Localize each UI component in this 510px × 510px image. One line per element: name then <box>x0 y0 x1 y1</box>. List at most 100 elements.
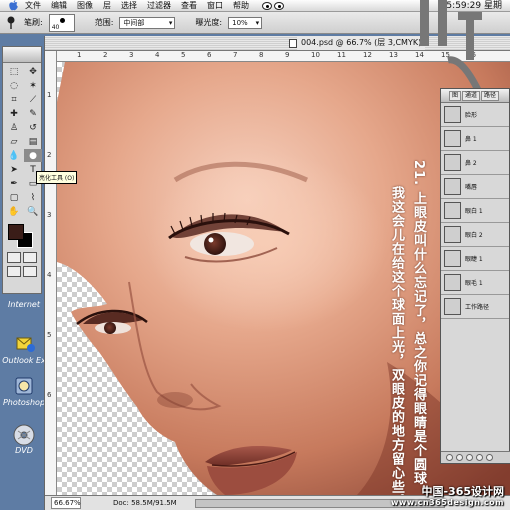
tool-palette: ⬚ ✥ ◌ ✶ ⌗ ⟋ ✚ ✎ ♙ ↺ ▱ ▤ 💧 ● ➤ T ✒ ▭ ▢ ⌇ … <box>2 46 42 294</box>
standard-mode-button[interactable] <box>7 252 21 263</box>
ruler-top-tick: 2 <box>103 51 108 59</box>
screen-mode-standard-button[interactable] <box>7 266 21 277</box>
menu-view[interactable]: 查看 <box>176 0 202 12</box>
exposure-label: 曝光度: <box>195 18 223 27</box>
layer-name: 眼白 1 <box>465 208 483 215</box>
layer-name: 鼻 1 <box>465 136 477 143</box>
eyedropper-tool-icon[interactable]: ⌇ <box>24 191 42 204</box>
zoom-value: 66.67% <box>54 499 81 507</box>
move-tool-icon[interactable]: ✥ <box>24 65 42 78</box>
hand-tool-icon[interactable]: ✋ <box>5 205 23 218</box>
layer-thumbnail <box>444 250 461 267</box>
menu-edit[interactable]: 编辑 <box>46 0 72 12</box>
layer-row[interactable]: 眼白 2 <box>441 223 509 247</box>
tab-paths[interactable]: 路径 <box>481 91 500 101</box>
crop-tool-icon[interactable]: ⌗ <box>5 93 23 106</box>
screen-mode-full-button[interactable] <box>23 266 37 277</box>
document-file-icon <box>289 39 297 48</box>
desktop-icon-internet[interactable]: Internet <box>2 300 46 309</box>
brush-label: 笔刷: <box>24 18 43 27</box>
dvd-icon <box>11 424 37 446</box>
layer-mask-button[interactable] <box>456 454 463 461</box>
delete-layer-button[interactable] <box>486 454 493 461</box>
dodge-tool-active-icon[interactable]: ● <box>24 149 42 162</box>
layer-style-button[interactable] <box>446 454 453 461</box>
ruler-top-tick: 4 <box>155 51 160 59</box>
menu-help[interactable]: 帮助 <box>228 0 254 12</box>
ruler-top-tick: 9 <box>285 51 290 59</box>
desktop-icon-outlook-label: Outlook Ex <box>2 356 46 365</box>
menu-select[interactable]: 选择 <box>116 0 142 12</box>
desktop-icon-dvd-label: DVD <box>15 446 33 455</box>
menu-file[interactable]: 文件 <box>20 0 46 12</box>
layers-palette-header[interactable]: 图 通道 路径 <box>441 89 509 103</box>
menu-image[interactable]: 图像 <box>72 0 98 12</box>
layer-thumbnail <box>444 154 461 171</box>
ruler-top-tick: 11 <box>337 51 346 59</box>
layer-thumbnail <box>444 274 461 291</box>
desktop-icon-outlook[interactable]: Outlook Ex <box>2 334 46 365</box>
layer-row[interactable]: 鼻 2 <box>441 151 509 175</box>
layers-footer <box>441 451 510 463</box>
marquee-tool-icon[interactable]: ⬚ <box>5 65 23 78</box>
ruler-top-tick: 1 <box>77 51 82 59</box>
menu-filter[interactable]: 过滤器 <box>142 0 176 12</box>
layer-thumbnail <box>444 202 461 219</box>
caption-line-2: 我这会儿在给这个球面上光，双眼皮的地方留心些。 <box>389 186 404 495</box>
layer-row[interactable]: 嘴唇 <box>441 175 509 199</box>
layer-row[interactable]: 眼毛 1 <box>441 271 509 295</box>
quick-mask-button[interactable] <box>23 252 37 263</box>
zoom-field[interactable]: 66.67% <box>51 497 81 509</box>
layer-thumbnail <box>444 106 461 123</box>
tool-tooltip: 亮化工具 (O) <box>36 171 78 184</box>
layer-row[interactable]: 眼睫 1 <box>441 247 509 271</box>
blur-tool-icon[interactable]: 💧 <box>5 149 23 162</box>
layer-row[interactable]: 鼻 1 <box>441 127 509 151</box>
notes-tool-icon[interactable]: ▢ <box>5 191 23 204</box>
brush-picker[interactable]: 40 <box>48 13 75 32</box>
history-brush-tool-icon[interactable]: ↺ <box>24 121 42 134</box>
layer-name: 鼻 2 <box>465 160 477 167</box>
foreground-color-swatch[interactable] <box>8 224 24 240</box>
path-select-tool-icon[interactable]: ➤ <box>5 163 23 176</box>
desktop-icon-dvd[interactable]: DVD <box>2 424 46 455</box>
brush-size: 40 <box>51 23 60 31</box>
desktop-icon-photoshop-label: Photoshop <box>2 398 46 407</box>
layer-row[interactable]: 脸形 <box>441 103 509 127</box>
tab-layers[interactable]: 图 <box>449 91 462 101</box>
desktop-icon-internet-label: Internet <box>8 300 40 309</box>
zoom-tool-icon[interactable]: 🔍 <box>24 205 42 218</box>
pen-tool-icon[interactable]: ✒ <box>5 177 23 190</box>
caption-line-1: 21. 上眼皮叫什么忘记了，总之你记得眼睛是个圆球， <box>411 160 426 495</box>
desktop-icon-photoshop[interactable]: Photoshop <box>2 376 46 407</box>
ruler-vertical[interactable]: 1 2 3 4 5 6 <box>45 51 57 495</box>
new-layer-button[interactable] <box>476 454 483 461</box>
eraser-tool-icon[interactable]: ▱ <box>5 135 23 148</box>
gradient-tool-icon[interactable]: ▤ <box>24 135 42 148</box>
slice-tool-icon[interactable]: ⟋ <box>24 93 42 106</box>
watermark-line-2: www.cn365design.com <box>390 498 504 507</box>
magic-wand-tool-icon[interactable]: ✶ <box>24 79 42 92</box>
layer-row[interactable]: 眼白 1 <box>441 199 509 223</box>
range-label: 范围: <box>94 18 114 27</box>
new-set-button[interactable] <box>466 454 473 461</box>
menu-window[interactable]: 窗口 <box>202 0 228 12</box>
tool-palette-header[interactable] <box>3 47 41 63</box>
dodge-tool-icon <box>4 15 18 31</box>
document-size: Doc: 58.5M/91.5M <box>113 499 177 507</box>
menu-layer[interactable]: 层 <box>98 0 116 12</box>
ruler-left-tick: 2 <box>47 151 52 159</box>
exposure-field[interactable]: 10% <box>228 16 263 29</box>
ruler-top-tick: 3 <box>129 51 134 59</box>
stamp-tool-icon[interactable]: ♙ <box>5 121 23 134</box>
layer-name: 眼睫 1 <box>465 256 483 263</box>
lasso-tool-icon[interactable]: ◌ <box>5 79 23 92</box>
site-watermark: 中国-365设计网 www.cn365design.com <box>391 485 504 508</box>
healing-tool-icon[interactable]: ✚ <box>5 107 23 120</box>
tab-channels[interactable]: 通道 <box>462 91 481 101</box>
brush-tool-icon[interactable]: ✎ <box>24 107 42 120</box>
range-select[interactable]: 中间部 <box>119 16 176 29</box>
layer-row[interactable]: 工作路径 <box>441 295 509 319</box>
ruler-left-tick: 1 <box>47 91 52 99</box>
apple-menu-icon[interactable] <box>6 0 20 12</box>
